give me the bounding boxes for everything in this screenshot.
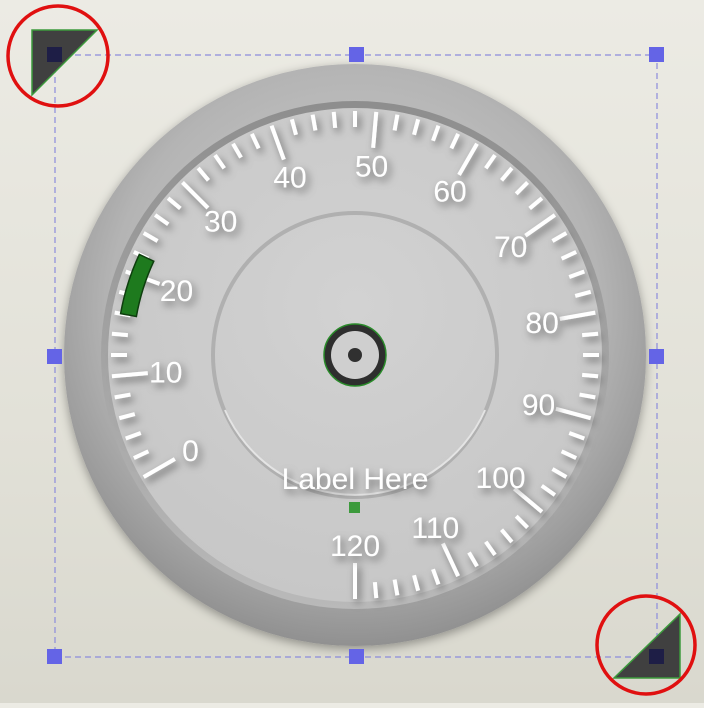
minor-tick [581,331,599,338]
minor-tick [372,581,379,599]
bottom-right-grip[interactable] [595,594,697,696]
resize-handle-top-right[interactable] [649,47,664,62]
minor-tick [392,579,400,596]
design-canvas[interactable]: 0 10 20 30 40 50 60 70 80 90 100 110 120 Label Here [0,0,704,703]
resize-handle-bottom[interactable] [349,649,364,664]
resize-handle-right[interactable] [649,349,664,364]
scale-label: 0 [182,435,199,468]
scale-label: 120 [330,530,380,563]
gauge-designer-svg: 0 10 20 30 40 50 60 70 80 90 100 110 120 Label Here [6,4,697,696]
resize-handle-bottom-left[interactable] [47,649,62,664]
hub-center [348,348,362,362]
corner-grip-icon [612,612,681,679]
minor-tick [331,111,338,129]
resize-handle-bottom-right[interactable] [649,649,664,664]
corner-grip-icon [31,29,99,97]
minor-tick [310,114,318,131]
minor-tick [114,392,131,400]
minor-tick [579,392,596,400]
gauge-center-label[interactable]: Label Here [282,463,429,496]
scale-label: 40 [273,161,306,194]
top-left-grip[interactable] [6,4,110,108]
resize-handle-top[interactable] [349,47,364,62]
scale-label: 70 [494,231,527,264]
scale-label: 20 [160,275,193,308]
gauge[interactable]: 0 10 20 30 40 50 60 70 80 90 100 110 120 Label Here [64,64,646,646]
minor-tick [581,372,599,379]
label-anchor-handle[interactable] [349,502,360,513]
scale-label: 110 [411,512,459,545]
resize-handle-left[interactable] [47,349,62,364]
scale-label: 90 [522,389,555,422]
scale-label: 10 [149,357,182,390]
resize-handle-top-left[interactable] [47,47,62,62]
minor-tick [392,114,400,131]
gauge-hub[interactable] [323,323,387,387]
scale-label: 100 [476,462,526,495]
scale-label: 60 [433,175,466,208]
scale-label: 50 [355,151,388,184]
scale-label: 30 [204,206,237,239]
minor-tick [111,331,129,338]
scale-label: 80 [525,307,558,340]
